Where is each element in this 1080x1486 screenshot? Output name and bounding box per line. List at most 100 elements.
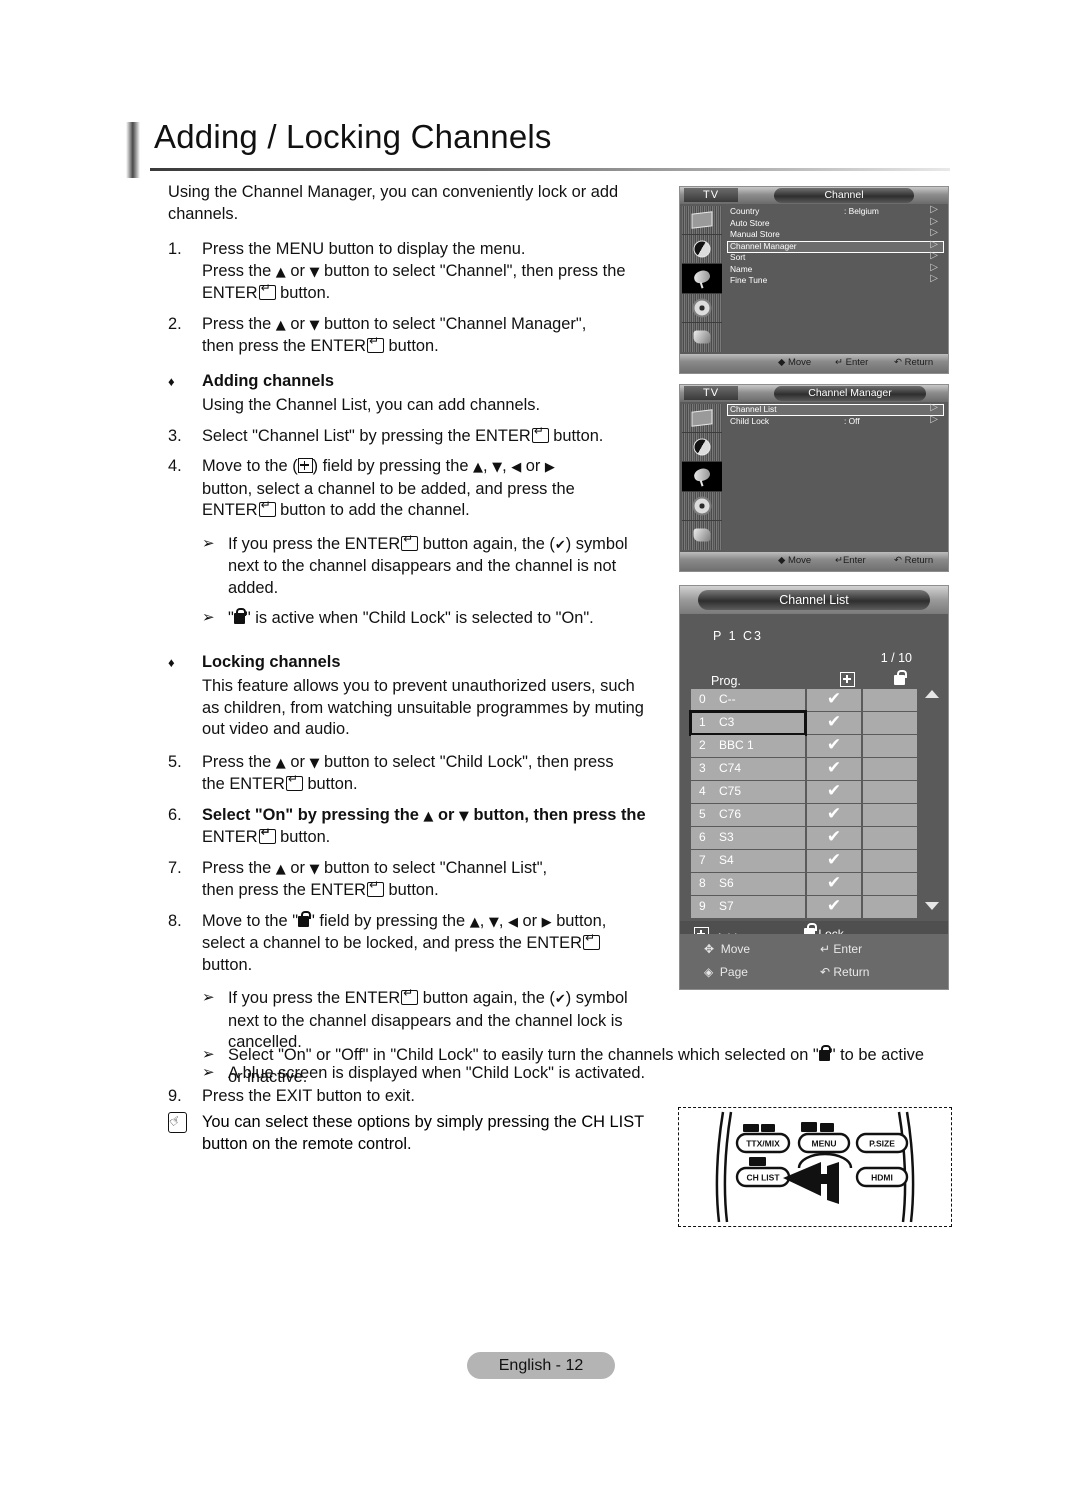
table-row[interactable]: 4 C75 ✔ (691, 781, 919, 803)
osd-menu-item[interactable]: Sort ▷ (726, 251, 946, 264)
added-check-cell[interactable]: ✔ (807, 827, 861, 849)
added-check-cell[interactable]: ✔ (807, 781, 861, 803)
enter-icon (531, 425, 549, 443)
lock-cell[interactable] (863, 873, 917, 895)
table-row[interactable]: 6 S3 ✔ (691, 827, 919, 849)
input-plug-icon[interactable] (682, 521, 722, 550)
channel-name-cell[interactable]: 2 BBC 1 (691, 735, 805, 757)
step-number: 5. (168, 752, 182, 771)
table-row[interactable]: 8 S6 ✔ (691, 873, 919, 895)
osd-menu-item-channel-list[interactable]: Channel List ▷ (726, 403, 946, 416)
lock-cell[interactable] (863, 896, 917, 918)
channel-dish-icon[interactable] (682, 264, 722, 294)
osd-footer-hints: ◆ Move ↵ Enter ↶ Return (680, 354, 948, 373)
channel-label: S4 (719, 853, 734, 867)
scrollbar[interactable] (925, 690, 939, 910)
lock-cell[interactable] (863, 827, 917, 849)
added-check-cell[interactable]: ✔ (807, 804, 861, 826)
osd-hint-enter: ↵Enter (835, 555, 866, 566)
setup-gear-icon[interactable] (682, 492, 722, 521)
setup-gear-icon[interactable] (682, 294, 722, 323)
arrow-bullet-icon: ➢ (202, 989, 215, 1006)
lock-cell[interactable] (863, 735, 917, 757)
channel-name-cell[interactable]: 0 C-- (691, 689, 805, 711)
osd-icon-rail (682, 206, 722, 352)
channel-label: S6 (719, 876, 734, 890)
up-arrow-icon: ▲ (275, 317, 286, 333)
up-arrow-icon: ▲ (275, 264, 286, 280)
diamond-bullet-icon: ♦ (168, 373, 175, 389)
remote-control-illustration: TTX/MIX MENU P.SIZE CH LIST HDMI (678, 1107, 952, 1227)
osd-menu-item[interactable]: Manual Store ▷ (726, 228, 946, 241)
osd-menu-list: Channel List ▷ Child Lock : Off ▷ (726, 403, 946, 550)
picture-icon[interactable] (682, 206, 722, 236)
added-check-cell[interactable]: ✔ (807, 873, 861, 895)
enter-icon (258, 826, 276, 844)
osd-hint-enter: ↵ Enter (835, 357, 869, 368)
channel-name-cell[interactable]: 4 C75 (691, 781, 805, 803)
added-check-cell[interactable]: ✔ (807, 850, 861, 872)
channel-number: 1 (699, 715, 706, 729)
table-row[interactable]: 5 C76 ✔ (691, 804, 919, 826)
added-check-cell[interactable]: ✔ (807, 712, 861, 734)
check-icon: ✔ (826, 850, 842, 870)
table-row[interactable]: 3 C74 ✔ (691, 758, 919, 780)
added-check-cell[interactable]: ✔ (807, 689, 861, 711)
locking-channels-subtext: This feature allows you to prevent unaut… (202, 677, 644, 738)
picture-icon[interactable] (682, 404, 722, 434)
lock-cell[interactable] (863, 758, 917, 780)
channel-dish-icon[interactable] (682, 462, 722, 492)
step-text: Select "Channel List" by pressing the EN… (202, 425, 673, 448)
channel-name-cell[interactable]: 1 C3 (689, 710, 807, 736)
step-text: Select "On" by pressing the ▲ or ▼ butto… (202, 805, 673, 849)
osd-menu-item[interactable]: Fine Tune ▷ (726, 274, 946, 287)
step-number: 7. (168, 858, 182, 877)
channel-name-cell[interactable]: 6 S3 (691, 827, 805, 849)
step-number: 2. (168, 314, 182, 333)
input-plug-icon[interactable] (682, 323, 722, 352)
sound-icon[interactable] (682, 433, 722, 463)
step-6: 6. Select "On" by pressing the ▲ or ▼ bu… (168, 805, 673, 849)
added-check-cell[interactable]: ✔ (807, 735, 861, 757)
step-1: 1. Press the MENU button to display the … (168, 239, 673, 305)
osd-menu-item[interactable]: Name ▷ (726, 262, 946, 276)
osd-menu-item-channel-manager[interactable]: Channel Manager ▷ (726, 239, 946, 253)
chevron-right-icon: ▷ (930, 413, 938, 425)
lock-cell[interactable] (863, 712, 917, 734)
table-row[interactable]: 9 S7 ✔ (691, 896, 919, 918)
added-check-cell[interactable]: ✔ (807, 758, 861, 780)
osd-menu-item[interactable]: Auto Store ▷ (726, 216, 946, 230)
lock-cell[interactable] (863, 689, 917, 711)
table-row[interactable]: 0 C-- ✔ (691, 689, 919, 711)
check-icon: ✔ (554, 992, 566, 1007)
scroll-up-icon[interactable] (925, 690, 939, 698)
lock-cell[interactable] (863, 781, 917, 803)
table-row[interactable]: 7 S4 ✔ (691, 850, 919, 872)
channel-name-cell[interactable]: 8 S6 (691, 873, 805, 895)
step-text: Move to the " " field by pressing the ▲, … (202, 910, 673, 977)
lock-cell[interactable] (863, 804, 917, 826)
sound-icon[interactable] (682, 235, 722, 265)
check-icon: ✔ (826, 758, 842, 778)
table-row[interactable]: 2 BBC 1 ✔ (691, 735, 919, 757)
channel-label: C74 (719, 761, 742, 775)
scroll-down-icon[interactable] (925, 902, 939, 910)
osd-menu-list: Country : Belgium ▷ Auto Store ▷ Manual … (726, 205, 946, 352)
added-check-cell[interactable]: ✔ (807, 896, 861, 918)
note-lock-again: ➢ If you press the ENTER button again, t… (202, 987, 673, 1054)
osd-menu-item[interactable]: Country : Belgium ▷ (726, 205, 946, 218)
osd-item-label: Channel List (730, 404, 777, 414)
osd-menu-item-child-lock[interactable]: Child Lock : Off ▷ (726, 413, 946, 428)
title-accent-bar (126, 122, 140, 178)
channel-name-cell[interactable]: 7 S4 (691, 850, 805, 872)
lock-cell[interactable] (863, 850, 917, 872)
table-row[interactable]: 1 C3 ✔ (689, 710, 919, 736)
check-icon: ✔ (826, 896, 842, 916)
channel-name-cell[interactable]: 9 S7 (691, 896, 805, 918)
channel-name-cell[interactable]: 5 C76 (691, 804, 805, 826)
note-text: If you press the ENTER button again, the… (228, 533, 673, 600)
osd-item-label: Country (730, 206, 760, 216)
channel-name-cell[interactable]: 3 C74 (691, 758, 805, 780)
check-icon: ✔ (826, 873, 842, 893)
enter-icon (582, 932, 600, 950)
